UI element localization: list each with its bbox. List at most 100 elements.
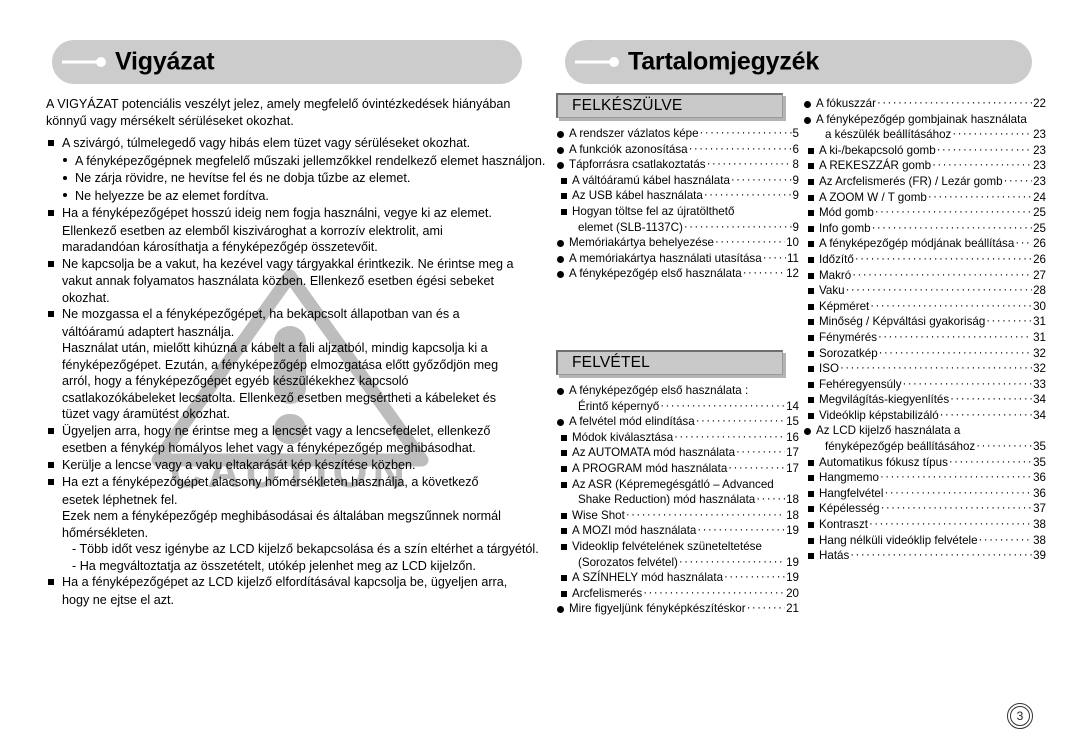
caution-bullet-text: A szivárgó, túlmelegedő vagy hibás elem … (62, 136, 471, 150)
toc-felvetel-entry[interactable]: Videoklip felvételének szüneteltetése (556, 539, 799, 555)
toc-entry-row: Memóriakártya behelyezése···············… (569, 235, 799, 251)
toc-right-entry[interactable]: Hatás···································… (803, 548, 1046, 564)
toc-felkeszulve-entry[interactable]: Hogyan töltse fel az újratölthető (556, 204, 799, 220)
square-bullet-icon (561, 177, 567, 184)
toc-felkeszulve-entry[interactable]: Az USB kábel használata·················… (556, 188, 799, 204)
square-bullet-icon (561, 512, 567, 519)
toc-felvetel-entry[interactable]: Érintő képernyő·························… (556, 399, 799, 415)
toc-entry-label: Hang nélküli videóklip felvétele (819, 533, 978, 547)
toc-felkeszulve-entry[interactable]: A fényképezőgép első használata·········… (556, 266, 799, 282)
toc-right-entry[interactable]: Minőség / Képváltási gyakoriság·········… (803, 314, 1046, 330)
toc-right-entry[interactable]: Hangfelvétel ····························… (803, 486, 1046, 502)
toc-entry-label: A memóriakártya használati utasítása (569, 251, 762, 265)
toc-entry-row: Képélesség ······························… (819, 501, 1046, 517)
toc-entry-label: Tápforrásra csatlakoztatás (569, 158, 706, 172)
toc-entry-page-number: 23 (1033, 174, 1046, 188)
toc-right-entry[interactable]: Megvilágítás-kiegyenlítés ···············… (803, 392, 1046, 408)
toc-entry-row: Makró···································… (819, 268, 1046, 284)
toc-right-entry[interactable]: Hang nélküli videóklip felvétele ········… (803, 533, 1046, 549)
toc-right-entry[interactable]: Makró···································… (803, 268, 1046, 284)
toc-felvetel-entry[interactable]: Az ASR (Képremegésgátló – Advanced (556, 477, 799, 493)
dot-bullet-icon (557, 271, 564, 279)
toc-entry-page-number: 31 (1033, 315, 1046, 329)
toc-right-entry[interactable]: A ki-/bekapcsoló gomb···················… (803, 143, 1046, 159)
toc-felvetel-entry[interactable]: A MOZI mód használata···················… (556, 523, 799, 539)
caution-bullet-item: Ügyeljen arra, hogy ne érintse meg a len… (46, 423, 546, 440)
toc-felvetel-entry[interactable]: Az AUTOMATA mód használata··············… (556, 445, 799, 461)
caution-bullet-text: Ha a fényképezőgépet hosszú ideig nem fo… (62, 206, 492, 220)
toc-felvetel-entry[interactable]: A PROGRAM mód használata················… (556, 461, 799, 477)
toc-felvetel-entry[interactable]: Shake Reduction) mód használata·········… (556, 492, 799, 508)
caution-continuation-line: Ellenkező esetben az elemből kiszivárogh… (62, 223, 443, 238)
toc-leader-dots: ········································… (839, 361, 1033, 375)
square-bullet-icon (808, 553, 814, 560)
toc-entry-row: Megvilágítás-kiegyenlítés ···············… (819, 392, 1046, 408)
toc-right-entry[interactable]: Sorozatkép ······························… (803, 346, 1046, 362)
toc-entry-page-number: 37 (1033, 502, 1046, 516)
toc-entry-label: Megvilágítás-kiegyenlítés (819, 393, 950, 407)
toc-entry-label: Memóriakártya behelyezése (569, 236, 714, 250)
toc-entry-label: Sorozatkép (819, 346, 878, 360)
square-bullet-icon (808, 350, 814, 357)
caution-continuation-line: tüzet vagy áramütést okozhat. (62, 407, 231, 421)
toc-felkeszulve-entry[interactable]: A váltóáramú kábel használata ···········… (556, 173, 799, 189)
toc-leader-dots: ········································… (876, 96, 1033, 109)
toc-right-entry[interactable]: Képélesség ······························… (803, 501, 1046, 517)
toc-felvetel-entry[interactable]: (Sorozatos felvétel) ····················… (556, 555, 799, 571)
toc-right-entry[interactable]: A fókuszzár ·····························… (803, 96, 1046, 112)
toc-right-entry[interactable]: Mód gomb································… (803, 205, 1046, 221)
toc-right-entry[interactable]: Videóklip képstabilizáló ················… (803, 408, 1046, 424)
toc-right-entry[interactable]: Kontraszt ·······························… (803, 517, 1046, 533)
toc-right-entry[interactable]: A fényképezőgép módjának beállítása·····… (803, 236, 1046, 252)
toc-entry-label: Az Arcfelismerés (FR) / Lezár gomb (819, 174, 1003, 188)
toc-entry-label: A SZÍNHELY mód használata (572, 571, 724, 585)
toc-right-entry[interactable]: Vaku····································… (803, 283, 1046, 299)
toc-entry-label: Képméret (819, 299, 870, 313)
toc-leader-dots: ········································… (884, 485, 1033, 499)
toc-felvetel-entry[interactable]: Wise Shot·······························… (556, 508, 799, 524)
toc-right-entry[interactable]: Időzítő ·································… (803, 252, 1046, 268)
toc-right-entry[interactable]: Info gomb·······························… (803, 221, 1046, 237)
square-bullet-icon (808, 272, 814, 279)
toc-felvetel-entry[interactable]: A fényképezőgép első használata : (556, 383, 799, 399)
toc-right-entry[interactable]: Automatikus fókusz típus················… (803, 455, 1046, 471)
toc-felvetel-entry[interactable]: Módok kiválasztása······················… (556, 430, 799, 446)
toc-felkeszulve-entry[interactable]: elemet (SLB-1137C)······················… (556, 220, 799, 236)
toc-felvetel-entry[interactable]: Arcfelismerés ···························… (556, 586, 799, 602)
toc-felvetel-entry[interactable]: Mire figyeljünk fényképkészítéskor ······… (556, 601, 799, 617)
toc-right-entry[interactable]: Hangmemo································… (803, 470, 1046, 486)
toc-felkeszulve-entry[interactable]: Memóriakártya behelyezése···············… (556, 235, 799, 251)
toc-entry-label: Kontraszt (819, 518, 868, 532)
toc-right-entry[interactable]: a készülék beállításához················… (803, 127, 1046, 143)
toc-leader-dots: ········································… (879, 470, 1033, 484)
toc-right-entry[interactable]: A REKESZZÁR gomb························… (803, 158, 1046, 174)
toc-leader-dots: ········································… (878, 329, 1033, 343)
toc-right-entry[interactable]: A ZOOM W / T gomb·······················… (803, 190, 1046, 206)
toc-felkeszulve-entry[interactable]: A funkciók azonosítása ··················… (556, 142, 799, 158)
toc-leader-dots: ········································… (715, 235, 785, 249)
toc-right-entry[interactable]: Képméret································… (803, 299, 1046, 315)
toc-decoration-line-icon (575, 60, 613, 64)
square-bullet-icon (48, 461, 54, 468)
dot-bullet-icon (804, 428, 811, 436)
caution-continuation-line: fényképezőgépet. Ezután, a fényképezőgép… (62, 357, 499, 372)
toc-right-entry[interactable]: ISO ·····································… (803, 361, 1046, 377)
toc-right-entry[interactable]: fényképezőgép beállításához·············… (803, 439, 1046, 455)
toc-right-entry[interactable]: A fényképezőgép gombjainak használata (803, 112, 1046, 128)
toc-entry-label: A felvétel mód elindítása (569, 415, 695, 429)
toc-felkeszulve-entry[interactable]: A rendszer vázlatos képe ················… (556, 126, 799, 142)
toc-right-entry[interactable]: Az LCD kijelző használata a (803, 423, 1046, 439)
toc-right-entry[interactable]: Fénymérés·······························… (803, 330, 1046, 346)
toc-entry-page-number: 17 (786, 446, 799, 460)
toc-felvetel-entry[interactable]: A SZÍNHELY mód használata···············… (556, 570, 799, 586)
toc-felkeszulve-entry[interactable]: Tápforrásra csatlakoztatás ··············… (556, 157, 799, 173)
caution-items-list: A szivárgó, túlmelegedő vagy hibás elem … (46, 135, 546, 608)
title-decoration-dot-icon (96, 57, 106, 67)
caution-continuation-line: okozhat. (62, 290, 110, 305)
toc-entry-row: ISO ·····································… (819, 361, 1046, 377)
toc-right-entry[interactable]: Az Arcfelismerés (FR) / Lezár gomb······… (803, 174, 1046, 190)
toc-felkeszulve-entry[interactable]: A memóriakártya használati utasítása ····… (556, 251, 799, 267)
toc-entry-page-number: 23 (1033, 143, 1046, 157)
toc-right-entry[interactable]: Fehéregyensúly··························… (803, 377, 1046, 393)
toc-felvetel-entry[interactable]: A felvétel mód elindítása ···············… (556, 414, 799, 430)
